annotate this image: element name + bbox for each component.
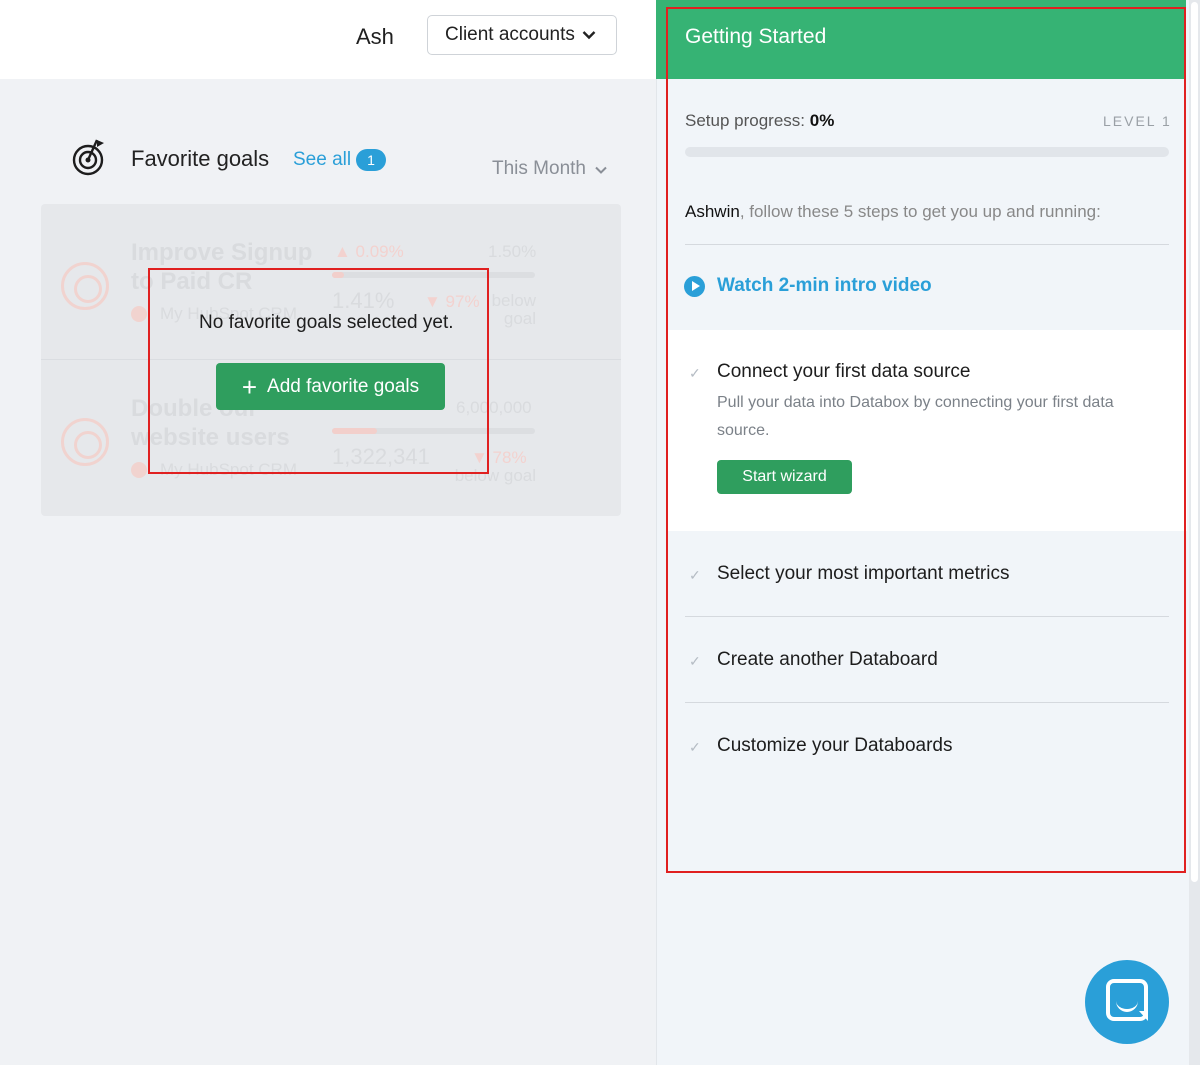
chat-icon-tail [1139,1011,1148,1021]
ghost-goal-name: Improve Signup to Paid CR [131,239,313,295]
divider [685,702,1169,703]
setup-progress-label: Setup progress: 0% [685,111,834,131]
chevron-down-icon [582,24,596,46]
step-title[interactable]: Connect your first data source [717,361,970,383]
step-create-databoard[interactable]: Create another Databoard [717,649,938,671]
intro-video-label: Watch 2-min intro video [717,275,932,296]
play-icon [684,275,705,297]
see-all-count-badge[interactable]: 1 [356,149,386,171]
ghost-goal-bar-fill [332,428,377,434]
empty-favorites-message: No favorite goals selected yet. [199,312,454,333]
client-accounts-dropdown[interactable]: Client accounts [427,15,617,55]
ghost-goal-change: ▲ 0.09% [334,242,404,261]
add-favorite-goals-label: Add favorite goals [267,375,420,397]
see-all-link[interactable]: See all [293,149,351,171]
setup-progress-bar [685,147,1169,157]
divider [685,616,1169,617]
period-label: This Month [492,158,586,179]
ghost-goal-gap-note: below goal [491,291,536,328]
intro-video-link[interactable]: Watch 2-min intro video [684,275,932,297]
favorite-goals-card: Improve Signup to Paid CR My HubSpot CRM… [41,204,621,516]
source-icon [131,306,147,322]
period-selector[interactable]: This Month [492,158,607,180]
level-label: LEVEL 1 [1103,113,1172,129]
goal-target-icon [61,418,109,466]
check-icon: ✓ [689,567,701,583]
chevron-down-icon [595,158,607,180]
setup-progress-value: 0% [809,111,835,130]
start-wizard-button[interactable]: Start wizard [717,460,852,494]
ghost-goal-target: 6,000,000 [456,398,532,417]
divider [685,244,1169,245]
setup-progress-text: Setup progress: [685,111,806,130]
step-customize-databoards[interactable]: Customize your Databoards [717,735,953,757]
check-icon: ✓ [689,365,701,381]
add-favorite-goals-button[interactable]: + Add favorite goals [216,363,445,410]
favorite-goals-title: Favorite goals [131,146,270,171]
intro-user-name: Ashwin [685,202,740,221]
ghost-goal-gap: ▼ 97% [424,292,480,311]
check-icon: ✓ [689,739,701,755]
ghost-goal-current: 1.41% [332,288,395,313]
intro-message: , follow these 5 steps to get you up and… [739,202,1101,221]
ghost-goal-target: 1.50% [488,242,537,261]
goal-target-icon [61,262,109,310]
ghost-goal-source: My HubSpot CRM [160,460,297,479]
ghost-goal-row: Improve Signup to Paid CR My HubSpot CRM… [41,204,621,359]
client-accounts-label: Client accounts [445,24,575,45]
plus-icon: + [241,371,258,402]
scrollbar-thumb[interactable] [1191,2,1198,882]
ghost-goal-current: 1,322,341 [332,444,430,469]
step-select-metrics[interactable]: Select your most important metrics [717,563,1009,585]
ghost-goal-bar-fill [332,272,345,278]
ghost-goal-gap: ▼ 78% [471,448,527,467]
ghost-goal-bar [332,272,535,278]
source-icon [131,462,147,478]
user-name[interactable]: Ash [356,24,394,50]
step-description: Pull your data into Databox by connectin… [717,394,1114,439]
intro-text: Ashwin, follow these 5 steps to get you … [685,202,1101,222]
target-icon [70,137,108,177]
getting-started-panel [656,0,1200,1065]
ghost-goal-gap-note: below goal [454,466,536,485]
getting-started-title: Getting Started [685,25,827,48]
check-icon: ✓ [689,653,701,669]
